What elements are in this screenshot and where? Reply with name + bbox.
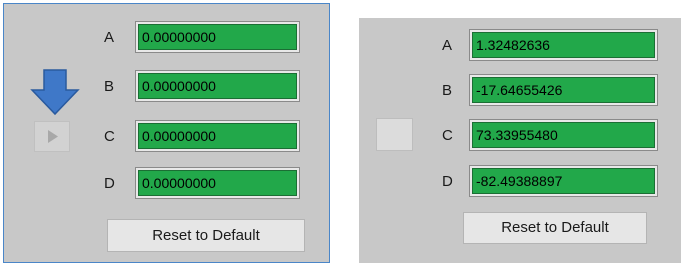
value-text: 0.00000000 [138, 123, 297, 149]
param-label: C [104, 128, 115, 145]
param-row-c: C 0.00000000 [104, 120, 304, 154]
value-text: 0.00000000 [138, 73, 297, 99]
value-text: 1.32482636 [472, 32, 655, 58]
param-label: C [442, 127, 453, 144]
param-label: B [442, 82, 453, 99]
param-row-a: A 1.32482636 [442, 29, 662, 63]
value-text: 0.00000000 [138, 170, 297, 196]
reset-to-default-button[interactable]: Reset to Default [107, 219, 305, 252]
value-text: 0.00000000 [138, 24, 297, 50]
play-icon [48, 130, 58, 143]
blank-button[interactable] [376, 118, 413, 151]
reset-label: Reset to Default [152, 227, 260, 244]
value-field-d[interactable]: 0.00000000 [135, 167, 300, 199]
left-panel: A 0.00000000 B 0.00000000 C 0.00000000 D… [3, 3, 330, 263]
reset-label: Reset to Default [501, 219, 609, 236]
value-field-a[interactable]: 1.32482636 [469, 29, 658, 61]
value-text: -17.64655426 [472, 77, 655, 103]
param-row-b: B -17.64655426 [442, 74, 662, 108]
param-label: B [104, 78, 115, 95]
value-field-c[interactable]: 73.33955480 [469, 119, 658, 151]
param-row-d: D 0.00000000 [104, 167, 304, 201]
value-field-c[interactable]: 0.00000000 [135, 120, 300, 152]
value-text: -82.49388897 [472, 168, 655, 194]
param-label: D [442, 173, 453, 190]
param-label: A [442, 37, 453, 54]
param-row-a: A 0.00000000 [104, 21, 304, 55]
right-panel: A 1.32482636 B -17.64655426 C 73.3395548… [359, 18, 681, 263]
reset-to-default-button[interactable]: Reset to Default [463, 212, 647, 244]
param-row-d: D -82.49388897 [442, 165, 662, 199]
value-field-d[interactable]: -82.49388897 [469, 165, 658, 197]
param-row-c: C 73.33955480 [442, 119, 662, 153]
play-button[interactable] [34, 121, 70, 152]
param-label: A [104, 29, 115, 46]
value-field-b[interactable]: -17.64655426 [469, 74, 658, 106]
param-label: D [104, 175, 115, 192]
arrow-down-icon [30, 69, 80, 116]
value-field-b[interactable]: 0.00000000 [135, 70, 300, 102]
value-field-a[interactable]: 0.00000000 [135, 21, 300, 53]
value-text: 73.33955480 [472, 122, 655, 148]
param-row-b: B 0.00000000 [104, 70, 304, 104]
